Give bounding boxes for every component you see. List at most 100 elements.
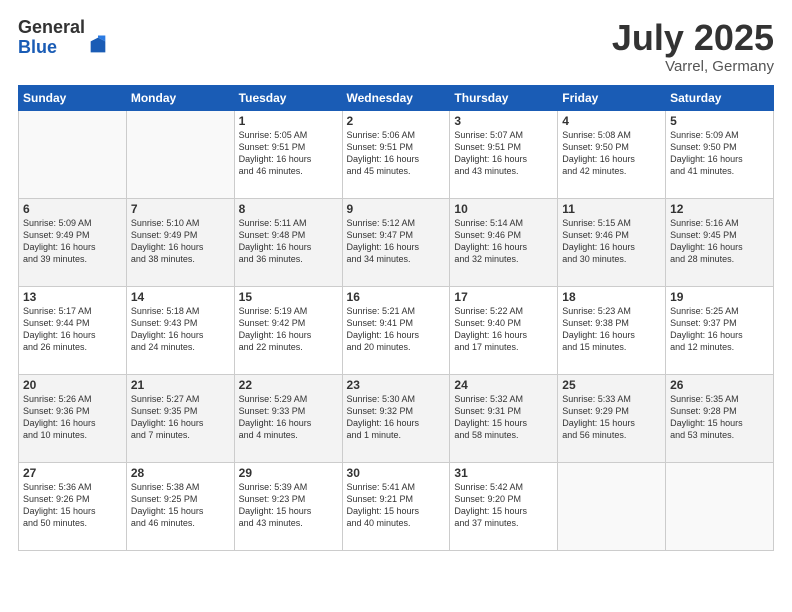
calendar-day: 21Sunrise: 5:27 AMSunset: 9:35 PMDayligh… [126, 374, 234, 462]
calendar-day: 28Sunrise: 5:38 AMSunset: 9:25 PMDayligh… [126, 462, 234, 550]
day-number: 12 [670, 202, 769, 216]
calendar-week-2: 13Sunrise: 5:17 AMSunset: 9:44 PMDayligh… [19, 286, 774, 374]
calendar-week-3: 20Sunrise: 5:26 AMSunset: 9:36 PMDayligh… [19, 374, 774, 462]
day-info: Sunrise: 5:08 AMSunset: 9:50 PMDaylight:… [562, 129, 661, 178]
day-number: 25 [562, 378, 661, 392]
logo-blue: Blue [18, 38, 85, 58]
day-number: 11 [562, 202, 661, 216]
calendar-day: 15Sunrise: 5:19 AMSunset: 9:42 PMDayligh… [234, 286, 342, 374]
day-info: Sunrise: 5:38 AMSunset: 9:25 PMDaylight:… [131, 481, 230, 530]
header: General Blue July 2025 Varrel, Germany [18, 18, 774, 75]
day-number: 2 [347, 114, 446, 128]
day-number: 7 [131, 202, 230, 216]
calendar-day: 31Sunrise: 5:42 AMSunset: 9:20 PMDayligh… [450, 462, 558, 550]
day-number: 18 [562, 290, 661, 304]
calendar-day: 16Sunrise: 5:21 AMSunset: 9:41 PMDayligh… [342, 286, 450, 374]
day-info: Sunrise: 5:27 AMSunset: 9:35 PMDaylight:… [131, 393, 230, 442]
calendar-week-1: 6Sunrise: 5:09 AMSunset: 9:49 PMDaylight… [19, 198, 774, 286]
day-info: Sunrise: 5:17 AMSunset: 9:44 PMDaylight:… [23, 305, 122, 354]
day-number: 16 [347, 290, 446, 304]
day-info: Sunrise: 5:41 AMSunset: 9:21 PMDaylight:… [347, 481, 446, 530]
day-info: Sunrise: 5:11 AMSunset: 9:48 PMDaylight:… [239, 217, 338, 266]
day-info: Sunrise: 5:22 AMSunset: 9:40 PMDaylight:… [454, 305, 553, 354]
day-number: 29 [239, 466, 338, 480]
header-sunday: Sunday [19, 85, 127, 110]
calendar-day: 6Sunrise: 5:09 AMSunset: 9:49 PMDaylight… [19, 198, 127, 286]
day-number: 1 [239, 114, 338, 128]
calendar-day: 7Sunrise: 5:10 AMSunset: 9:49 PMDaylight… [126, 198, 234, 286]
title-month: July 2025 [612, 18, 774, 58]
day-number: 9 [347, 202, 446, 216]
calendar-day: 5Sunrise: 5:09 AMSunset: 9:50 PMDaylight… [666, 110, 774, 198]
day-info: Sunrise: 5:29 AMSunset: 9:33 PMDaylight:… [239, 393, 338, 442]
day-number: 27 [23, 466, 122, 480]
day-info: Sunrise: 5:39 AMSunset: 9:23 PMDaylight:… [239, 481, 338, 530]
day-info: Sunrise: 5:35 AMSunset: 9:28 PMDaylight:… [670, 393, 769, 442]
header-thursday: Thursday [450, 85, 558, 110]
day-info: Sunrise: 5:14 AMSunset: 9:46 PMDaylight:… [454, 217, 553, 266]
calendar-table: Sunday Monday Tuesday Wednesday Thursday… [18, 85, 774, 551]
calendar-day: 18Sunrise: 5:23 AMSunset: 9:38 PMDayligh… [558, 286, 666, 374]
calendar-day: 9Sunrise: 5:12 AMSunset: 9:47 PMDaylight… [342, 198, 450, 286]
day-number: 3 [454, 114, 553, 128]
day-info: Sunrise: 5:19 AMSunset: 9:42 PMDaylight:… [239, 305, 338, 354]
calendar-day: 27Sunrise: 5:36 AMSunset: 9:26 PMDayligh… [19, 462, 127, 550]
page: General Blue July 2025 Varrel, Germany S… [0, 0, 792, 612]
day-info: Sunrise: 5:32 AMSunset: 9:31 PMDaylight:… [454, 393, 553, 442]
day-info: Sunrise: 5:05 AMSunset: 9:51 PMDaylight:… [239, 129, 338, 178]
calendar-day: 8Sunrise: 5:11 AMSunset: 9:48 PMDaylight… [234, 198, 342, 286]
header-wednesday: Wednesday [342, 85, 450, 110]
day-number: 26 [670, 378, 769, 392]
day-info: Sunrise: 5:25 AMSunset: 9:37 PMDaylight:… [670, 305, 769, 354]
calendar-day: 17Sunrise: 5:22 AMSunset: 9:40 PMDayligh… [450, 286, 558, 374]
calendar-day: 25Sunrise: 5:33 AMSunset: 9:29 PMDayligh… [558, 374, 666, 462]
day-info: Sunrise: 5:12 AMSunset: 9:47 PMDaylight:… [347, 217, 446, 266]
header-friday: Friday [558, 85, 666, 110]
day-info: Sunrise: 5:16 AMSunset: 9:45 PMDaylight:… [670, 217, 769, 266]
day-info: Sunrise: 5:09 AMSunset: 9:50 PMDaylight:… [670, 129, 769, 178]
calendar-week-4: 27Sunrise: 5:36 AMSunset: 9:26 PMDayligh… [19, 462, 774, 550]
header-saturday: Saturday [666, 85, 774, 110]
day-number: 20 [23, 378, 122, 392]
day-number: 30 [347, 466, 446, 480]
calendar-day: 26Sunrise: 5:35 AMSunset: 9:28 PMDayligh… [666, 374, 774, 462]
day-number: 31 [454, 466, 553, 480]
calendar-day: 4Sunrise: 5:08 AMSunset: 9:50 PMDaylight… [558, 110, 666, 198]
calendar-day: 2Sunrise: 5:06 AMSunset: 9:51 PMDaylight… [342, 110, 450, 198]
logo-icon [87, 34, 109, 56]
day-info: Sunrise: 5:30 AMSunset: 9:32 PMDaylight:… [347, 393, 446, 442]
calendar-day [19, 110, 127, 198]
day-info: Sunrise: 5:07 AMSunset: 9:51 PMDaylight:… [454, 129, 553, 178]
day-info: Sunrise: 5:36 AMSunset: 9:26 PMDaylight:… [23, 481, 122, 530]
day-number: 22 [239, 378, 338, 392]
calendar-day: 29Sunrise: 5:39 AMSunset: 9:23 PMDayligh… [234, 462, 342, 550]
day-number: 6 [23, 202, 122, 216]
calendar-day: 12Sunrise: 5:16 AMSunset: 9:45 PMDayligh… [666, 198, 774, 286]
calendar-day: 11Sunrise: 5:15 AMSunset: 9:46 PMDayligh… [558, 198, 666, 286]
day-number: 5 [670, 114, 769, 128]
calendar-day: 3Sunrise: 5:07 AMSunset: 9:51 PMDaylight… [450, 110, 558, 198]
day-info: Sunrise: 5:33 AMSunset: 9:29 PMDaylight:… [562, 393, 661, 442]
calendar-day [126, 110, 234, 198]
calendar-day [558, 462, 666, 550]
day-number: 15 [239, 290, 338, 304]
logo-general: General [18, 18, 85, 38]
title-location: Varrel, Germany [612, 58, 774, 75]
day-number: 28 [131, 466, 230, 480]
calendar-day: 14Sunrise: 5:18 AMSunset: 9:43 PMDayligh… [126, 286, 234, 374]
header-tuesday: Tuesday [234, 85, 342, 110]
calendar-day: 19Sunrise: 5:25 AMSunset: 9:37 PMDayligh… [666, 286, 774, 374]
day-info: Sunrise: 5:06 AMSunset: 9:51 PMDaylight:… [347, 129, 446, 178]
logo: General Blue [18, 18, 109, 58]
day-number: 21 [131, 378, 230, 392]
calendar-day: 22Sunrise: 5:29 AMSunset: 9:33 PMDayligh… [234, 374, 342, 462]
day-number: 4 [562, 114, 661, 128]
day-number: 8 [239, 202, 338, 216]
day-info: Sunrise: 5:26 AMSunset: 9:36 PMDaylight:… [23, 393, 122, 442]
day-info: Sunrise: 5:18 AMSunset: 9:43 PMDaylight:… [131, 305, 230, 354]
day-info: Sunrise: 5:10 AMSunset: 9:49 PMDaylight:… [131, 217, 230, 266]
day-number: 14 [131, 290, 230, 304]
day-info: Sunrise: 5:42 AMSunset: 9:20 PMDaylight:… [454, 481, 553, 530]
calendar-day: 30Sunrise: 5:41 AMSunset: 9:21 PMDayligh… [342, 462, 450, 550]
day-info: Sunrise: 5:23 AMSunset: 9:38 PMDaylight:… [562, 305, 661, 354]
